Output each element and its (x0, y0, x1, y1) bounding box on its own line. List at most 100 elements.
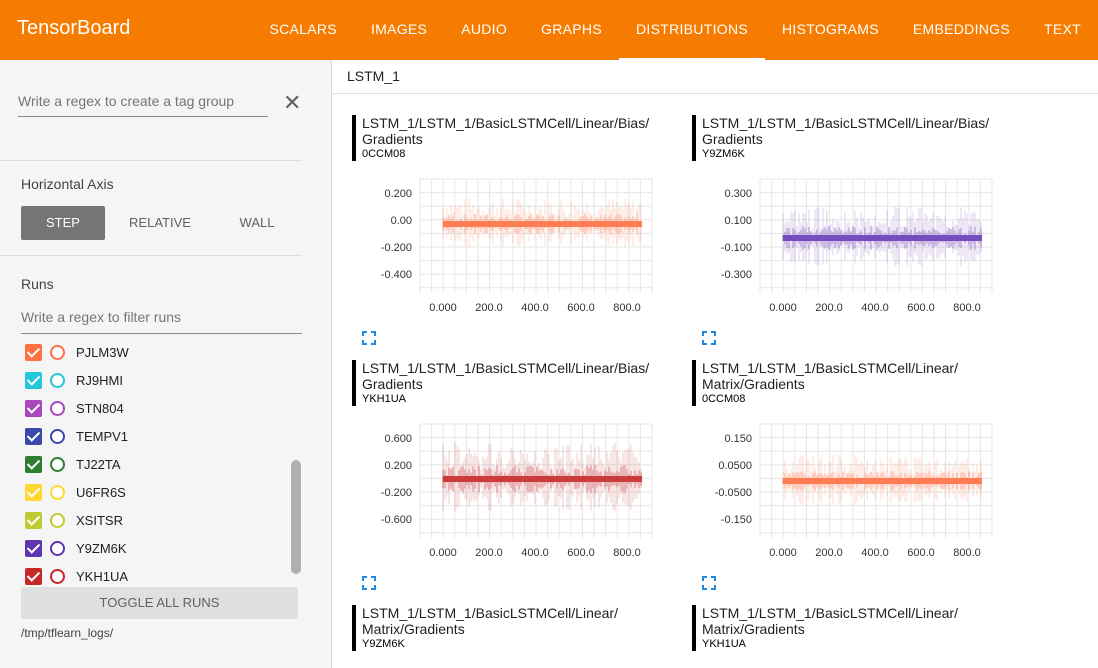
card-title: LSTM_1/LSTM_1/BasicLSTMCell/Linear/Matri… (692, 605, 992, 651)
run-color-radio[interactable] (50, 540, 65, 556)
run-item[interactable]: Y9ZM6K (25, 534, 285, 562)
close-icon[interactable]: ✕ (283, 92, 301, 114)
distribution-median (783, 478, 982, 484)
tab-embeddings[interactable]: EMBEDDINGS (896, 0, 1027, 60)
card-title-line: Matrix/Gradients (362, 621, 465, 637)
distribution-median (443, 476, 642, 482)
y-tick-label: -0.200 (381, 242, 412, 254)
run-color-radio[interactable] (50, 484, 65, 500)
card-run-label: Y9ZM6K (702, 148, 745, 160)
y-tick-label: 0.100 (724, 215, 752, 227)
run-checkbox[interactable] (25, 343, 42, 361)
tab-text[interactable]: TEXT (1027, 0, 1098, 60)
run-color-radio[interactable] (50, 400, 65, 416)
x-tick-label: 0.000 (429, 547, 457, 559)
run-checkbox[interactable] (25, 567, 42, 585)
y-tick-label: -0.400 (381, 269, 412, 281)
card-title-line: LSTM_1/LSTM_1/BasicLSTMCell/Linear/Bias/ (362, 115, 650, 131)
y-tick-label: 0.200 (384, 188, 412, 200)
x-tick-label: 800.0 (953, 302, 981, 314)
x-tick-label: 200.0 (475, 302, 503, 314)
card-run-label: YKH1UA (702, 638, 747, 650)
tab-distributions[interactable]: DISTRIBUTIONS (618, 0, 766, 60)
x-tick-label: 400.0 (521, 547, 549, 559)
app-title: TensorBoard (17, 17, 131, 39)
axis-relative-button[interactable]: RELATIVE (118, 206, 202, 240)
card-title-line: LSTM_1/LSTM_1/BasicLSTMCell/Linear/ (702, 605, 958, 621)
run-name: STN804 (76, 400, 124, 416)
run-checkbox[interactable] (25, 511, 42, 529)
y-tick-label: 0.00 (391, 215, 412, 227)
card-title-line: Matrix/Gradients (702, 621, 805, 637)
x-tick-label: 0.000 (429, 302, 457, 314)
run-list: PJLM3W RJ9HMI STN804 TEMPV1 TJ22TA U6FR6S XSIT… (25, 338, 285, 590)
scrollbar[interactable] (291, 460, 301, 574)
card-run-label: Y9ZM6K (362, 638, 405, 650)
expand-icon-corner (702, 331, 707, 336)
expand-icon-corner (362, 585, 367, 590)
y-tick-label: -0.100 (721, 242, 752, 254)
run-item[interactable]: TEMPV1 (25, 422, 285, 450)
run-item[interactable]: PJLM3W (25, 338, 285, 366)
expand-icon[interactable] (362, 331, 376, 345)
run-checkbox[interactable] (25, 455, 42, 473)
x-tick-label: 600.0 (567, 302, 595, 314)
run-color-radio[interactable] (50, 456, 65, 472)
x-tick-label: 0.000 (769, 302, 797, 314)
run-color-radio[interactable] (50, 428, 65, 444)
toggle-all-runs-button[interactable]: TOGGLE ALL RUNS (21, 587, 298, 619)
expand-icon[interactable] (702, 576, 716, 590)
divider (0, 255, 302, 256)
run-color-radio[interactable] (50, 512, 65, 528)
expand-icon-corner (362, 331, 367, 336)
tab-scalars[interactable]: SCALARS (252, 0, 353, 60)
tab-graphs[interactable]: GRAPHS (524, 0, 619, 60)
expand-icon[interactable] (702, 331, 716, 345)
run-checkbox[interactable] (25, 371, 42, 389)
divider (0, 160, 302, 161)
run-item[interactable]: YKH1UA (25, 562, 285, 590)
tab-images[interactable]: IMAGES (354, 0, 444, 60)
axis-step-button[interactable]: STEP (21, 206, 105, 240)
run-filter-input[interactable]: Write a regex to filter runs (21, 309, 302, 334)
card-title: LSTM_1/LSTM_1/BasicLSTMCell/Linear/Bias/… (352, 360, 652, 406)
distribution-chart: 0.600 0.200 -0.200 -0.600 0.000 200.0 400.0 600… (381, 423, 653, 559)
run-checkbox[interactable] (25, 539, 42, 557)
run-item[interactable]: RJ9HMI (25, 366, 285, 394)
run-item[interactable]: STN804 (25, 394, 285, 422)
distribution-chart: 0.300 0.100 -0.100 -0.300 0.000 200.0 400.0 600… (721, 178, 993, 314)
x-tick-label: 200.0 (815, 547, 843, 559)
tab-histograms[interactable]: HISTOGRAMS (765, 0, 896, 60)
expand-icon-corner (711, 585, 716, 590)
expand-icon[interactable] (362, 576, 376, 590)
card-title-line: Gradients (702, 131, 763, 147)
run-color-radio[interactable] (50, 568, 65, 584)
sidebar: Write a regex to create a tag group ✕ Ho… (0, 60, 332, 668)
tag-group-input[interactable]: Write a regex to create a tag group (18, 93, 268, 117)
run-color-radio[interactable] (50, 372, 65, 388)
card-title-line: Matrix/Gradients (702, 376, 805, 392)
group-header[interactable]: LSTM_1 (332, 60, 1098, 94)
distribution-chart: 0.150 0.0500 -0.0500 -0.150 0.000 200.0 400.0 6… (715, 423, 993, 559)
y-tick-label: 0.0500 (718, 460, 752, 472)
run-checkbox[interactable] (25, 483, 42, 501)
expand-icon-corner (702, 576, 707, 581)
card-title-line: LSTM_1/LSTM_1/BasicLSTMCell/Linear/Bias/ (702, 115, 990, 131)
nav-tabs: SCALARS IMAGES AUDIO GRAPHS DISTRIBUTIONS HIS… (252, 0, 1098, 60)
tab-audio[interactable]: AUDIO (444, 0, 524, 60)
run-color-radio[interactable] (50, 344, 65, 360)
card-title: LSTM_1/LSTM_1/BasicLSTMCell/Linear/Matri… (352, 605, 652, 651)
axis-buttons: STEP RELATIVE WALL (21, 206, 312, 240)
axis-wall-button[interactable]: WALL (215, 206, 299, 240)
y-tick-label: 0.300 (724, 188, 752, 200)
run-checkbox[interactable] (25, 427, 42, 445)
run-checkbox[interactable] (25, 399, 42, 417)
y-tick-label: 0.600 (384, 433, 412, 445)
run-item[interactable]: XSITSR (25, 506, 285, 534)
top-bar: TensorBoard SCALARS IMAGES AUDIO GRAPHS DIST… (0, 0, 1098, 60)
card-run-label: YKH1UA (362, 393, 407, 405)
x-tick-label: 400.0 (861, 547, 889, 559)
run-item[interactable]: TJ22TA (25, 450, 285, 478)
run-item[interactable]: U6FR6S (25, 478, 285, 506)
card-run-label: 0CCM08 (702, 393, 746, 405)
